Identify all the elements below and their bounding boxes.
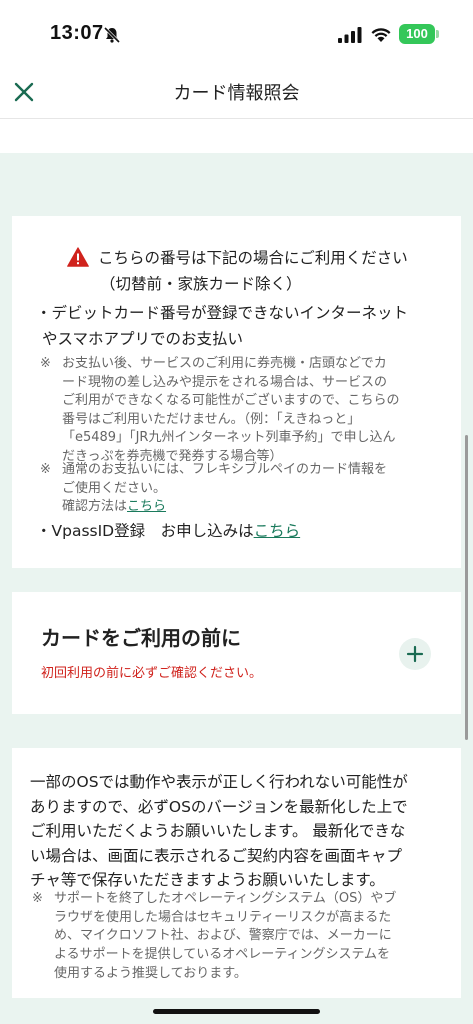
note-line: 使用するよう推奨しております。 bbox=[54, 965, 247, 981]
os-notice-card: 一部のOSでは動作や表示が正しく行われない可能性が ありますので、必ずOSのバー… bbox=[12, 748, 461, 998]
note-line: お支払い後、サービスのご利用に券売機・店頭などでカ bbox=[62, 356, 387, 371]
vpass-apply-link[interactable]: こちら bbox=[254, 522, 301, 540]
note-text: 通常のお支払いには、フレキシブルペイのカード情報を ご使用ください。 確認方法は… bbox=[62, 461, 387, 517]
status-bar: 13:07 100 bbox=[0, 0, 473, 70]
note-line: め、マイクロソフト社、および、警察庁では、メーカーに bbox=[54, 928, 392, 944]
cellular-signal-icon bbox=[338, 27, 362, 43]
vpass-bullet: ・VpassID登録 お申し込みはこちら bbox=[36, 518, 300, 545]
note-line: よるサポートを提供しているオペレーティングシステムを bbox=[54, 947, 391, 963]
note-line: ご利用ができなくなる可能性がございますので、こちらの bbox=[62, 393, 400, 408]
plus-icon bbox=[406, 645, 424, 663]
note-text: お支払い後、サービスのご利用に券売機・店頭などでカ ード現物の差し込みや提示をさ… bbox=[62, 355, 399, 466]
note-mark: ※ bbox=[40, 462, 51, 477]
battery-tip bbox=[436, 30, 439, 38]
status-time: 13:07 bbox=[50, 22, 104, 44]
os-notice-line: い場合は、画面に表示されるご契約内容を画面キャプ bbox=[30, 846, 403, 865]
navigation-bar: カード情報照会 bbox=[0, 70, 473, 120]
note-line: ご使用ください。 bbox=[62, 480, 167, 496]
note-mark: ※ bbox=[32, 891, 43, 906]
wifi-icon bbox=[371, 28, 391, 42]
os-notice-line: ご利用いただくようお願いいたします。 最新化できな bbox=[30, 822, 406, 840]
os-notice-text: 一部のOSでは動作や表示が正しく行われない可能性が ありますので、必ずOSのバー… bbox=[30, 770, 450, 893]
accordion-title: カードをご利用の前に bbox=[41, 626, 241, 650]
nav-divider bbox=[0, 118, 473, 119]
confirm-method-label: 確認方法は bbox=[62, 499, 128, 514]
os-notice-line: ありますので、必ずOSのバージョンを最新化した上で bbox=[30, 797, 408, 816]
expand-button[interactable] bbox=[399, 638, 431, 670]
warning-subtext: （切替前・家族カード除く） bbox=[100, 275, 302, 293]
note-mark: ※ bbox=[40, 356, 51, 371]
note-line: サポートを終了したオペレーティングシステム（OS）やブ bbox=[54, 891, 397, 906]
usage-notice-card: こちらの番号は下記の場合にご利用ください （切替前・家族カード除く） ・デビット… bbox=[12, 216, 461, 568]
debit-bullet-line1: ・デビットカード番号が登録できないインターネット bbox=[36, 304, 409, 322]
note-line: 番号はご利用いただけません。（例：「えきねっと」 bbox=[62, 411, 361, 427]
note-line: ード現物の差し込みや提示をされる場合は、サービスの bbox=[62, 374, 388, 390]
accordion-subtitle: 初回利用の前に必ずご確認ください。 bbox=[41, 666, 263, 681]
warning-text: こちらの番号は下記の場合にご利用ください bbox=[98, 249, 408, 267]
bell-muted-icon bbox=[103, 26, 121, 44]
debit-bullet-line2: やスマホアプリでのお支払い bbox=[42, 330, 244, 348]
note-line: ラウザを使用した場合はセキュリティーリスクが高まるた bbox=[54, 909, 392, 925]
confirm-method-link[interactable]: こちら bbox=[127, 499, 166, 514]
os-notice-line: チャ等で保存いただきますようお願いいたします。 bbox=[30, 871, 385, 889]
note-line: 通常のお支払いには、フレキシブルペイのカード情報を bbox=[62, 462, 388, 477]
before-use-accordion[interactable]: カードをご利用の前に 初回利用の前に必ずご確認ください。 bbox=[12, 592, 461, 714]
warning-icon bbox=[67, 247, 89, 267]
battery-indicator: 100 bbox=[399, 24, 435, 44]
note-line: 「e5489」「JR九州インターネット列車予約」で申し込ん bbox=[62, 430, 396, 445]
home-indicator[interactable] bbox=[153, 1009, 320, 1014]
scroll-indicator[interactable] bbox=[465, 435, 468, 740]
note-text: サポートを終了したオペレーティングシステム（OS）やブ ラウザを使用した場合はセ… bbox=[54, 890, 396, 984]
vpass-label: ・VpassID登録 お申し込みは bbox=[36, 522, 254, 540]
note-line: 確認方法はこちら bbox=[62, 498, 387, 517]
os-notice-line: 一部のOSでは動作や表示が正しく行われない可能性が bbox=[30, 773, 408, 791]
page-title: カード情報照会 bbox=[173, 83, 300, 104]
